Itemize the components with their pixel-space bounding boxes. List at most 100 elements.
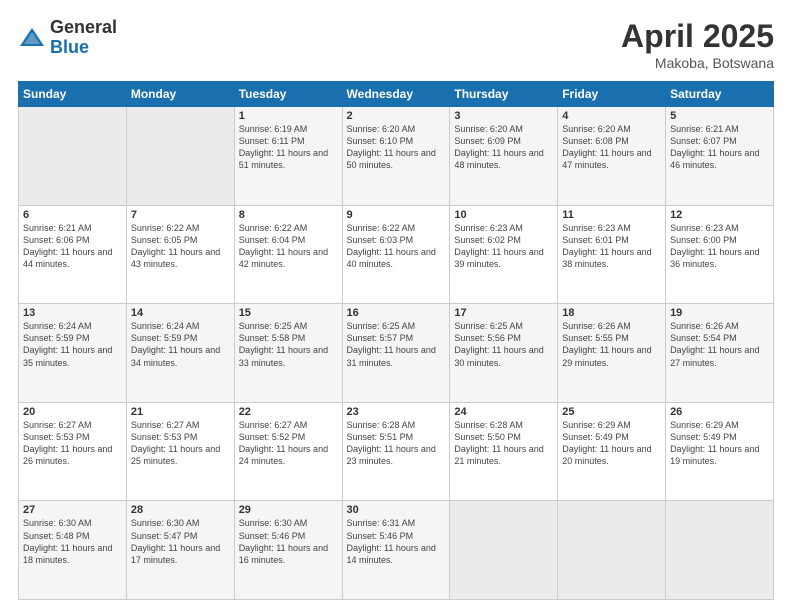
day-number: 18: [562, 307, 661, 319]
table-row: 27 Sunrise: 6:30 AM Sunset: 5:48 PM Dayl…: [19, 501, 127, 600]
col-friday: Friday: [558, 82, 666, 107]
day-info: Sunrise: 6:27 AM Sunset: 5:53 PM Dayligh…: [131, 419, 230, 468]
sunrise-label: Sunrise: 6:19 AM: [239, 124, 308, 134]
sunset-label: Sunset: 5:53 PM: [131, 432, 198, 442]
daylight-label: Daylight: 11 hours and 27 minutes.: [670, 345, 759, 367]
table-row: 13 Sunrise: 6:24 AM Sunset: 5:59 PM Dayl…: [19, 304, 127, 403]
day-info: Sunrise: 6:28 AM Sunset: 5:50 PM Dayligh…: [454, 419, 553, 468]
sunset-label: Sunset: 5:59 PM: [23, 333, 90, 343]
sunset-label: Sunset: 5:54 PM: [670, 333, 737, 343]
sunset-label: Sunset: 5:49 PM: [562, 432, 629, 442]
table-row: [19, 107, 127, 206]
month-title: April 2025: [621, 18, 774, 55]
table-row: 11 Sunrise: 6:23 AM Sunset: 6:01 PM Dayl…: [558, 205, 666, 304]
logo-blue: Blue: [50, 38, 117, 58]
day-info: Sunrise: 6:21 AM Sunset: 6:07 PM Dayligh…: [670, 123, 769, 172]
table-row: 23 Sunrise: 6:28 AM Sunset: 5:51 PM Dayl…: [342, 402, 450, 501]
sunset-label: Sunset: 5:53 PM: [23, 432, 90, 442]
day-number: 12: [670, 209, 769, 221]
sunrise-label: Sunrise: 6:28 AM: [454, 420, 523, 430]
day-info: Sunrise: 6:22 AM Sunset: 6:03 PM Dayligh…: [347, 222, 446, 271]
day-number: 9: [347, 209, 446, 221]
daylight-label: Daylight: 11 hours and 43 minutes.: [131, 247, 220, 269]
table-row: 19 Sunrise: 6:26 AM Sunset: 5:54 PM Dayl…: [666, 304, 774, 403]
sunrise-label: Sunrise: 6:22 AM: [239, 223, 308, 233]
sunset-label: Sunset: 6:11 PM: [239, 136, 305, 146]
table-row: 30 Sunrise: 6:31 AM Sunset: 5:46 PM Dayl…: [342, 501, 450, 600]
day-info: Sunrise: 6:22 AM Sunset: 6:04 PM Dayligh…: [239, 222, 338, 271]
day-number: 24: [454, 406, 553, 418]
day-number: 11: [562, 209, 661, 221]
table-row: 12 Sunrise: 6:23 AM Sunset: 6:00 PM Dayl…: [666, 205, 774, 304]
day-number: 20: [23, 406, 122, 418]
daylight-label: Daylight: 11 hours and 17 minutes.: [131, 543, 220, 565]
daylight-label: Daylight: 11 hours and 42 minutes.: [239, 247, 328, 269]
sunrise-label: Sunrise: 6:25 AM: [454, 321, 523, 331]
calendar-week-row: 1 Sunrise: 6:19 AM Sunset: 6:11 PM Dayli…: [19, 107, 774, 206]
daylight-label: Daylight: 11 hours and 39 minutes.: [454, 247, 543, 269]
day-number: 2: [347, 110, 446, 122]
table-row: 2 Sunrise: 6:20 AM Sunset: 6:10 PM Dayli…: [342, 107, 450, 206]
location: Makoba, Botswana: [621, 55, 774, 71]
table-row: [126, 107, 234, 206]
table-row: 17 Sunrise: 6:25 AM Sunset: 5:56 PM Dayl…: [450, 304, 558, 403]
daylight-label: Daylight: 11 hours and 35 minutes.: [23, 345, 112, 367]
daylight-label: Daylight: 11 hours and 21 minutes.: [454, 444, 543, 466]
sunrise-label: Sunrise: 6:26 AM: [562, 321, 631, 331]
table-row: 4 Sunrise: 6:20 AM Sunset: 6:08 PM Dayli…: [558, 107, 666, 206]
table-row: 26 Sunrise: 6:29 AM Sunset: 5:49 PM Dayl…: [666, 402, 774, 501]
daylight-label: Daylight: 11 hours and 48 minutes.: [454, 148, 543, 170]
day-number: 10: [454, 209, 553, 221]
logo-general: General: [50, 18, 117, 38]
day-info: Sunrise: 6:29 AM Sunset: 5:49 PM Dayligh…: [562, 419, 661, 468]
sunset-label: Sunset: 5:46 PM: [239, 531, 306, 541]
day-info: Sunrise: 6:25 AM Sunset: 5:58 PM Dayligh…: [239, 320, 338, 369]
daylight-label: Daylight: 11 hours and 23 minutes.: [347, 444, 436, 466]
sunrise-label: Sunrise: 6:22 AM: [347, 223, 416, 233]
sunset-label: Sunset: 5:51 PM: [347, 432, 414, 442]
day-info: Sunrise: 6:30 AM Sunset: 5:47 PM Dayligh…: [131, 517, 230, 566]
daylight-label: Daylight: 11 hours and 47 minutes.: [562, 148, 651, 170]
day-info: Sunrise: 6:23 AM Sunset: 6:01 PM Dayligh…: [562, 222, 661, 271]
logo-icon: [18, 24, 46, 52]
sunset-label: Sunset: 6:01 PM: [562, 235, 629, 245]
day-number: 5: [670, 110, 769, 122]
day-number: 29: [239, 504, 338, 516]
day-number: 3: [454, 110, 553, 122]
sunset-label: Sunset: 5:46 PM: [347, 531, 414, 541]
daylight-label: Daylight: 11 hours and 33 minutes.: [239, 345, 328, 367]
table-row: 21 Sunrise: 6:27 AM Sunset: 5:53 PM Dayl…: [126, 402, 234, 501]
day-number: 6: [23, 209, 122, 221]
sunset-label: Sunset: 6:04 PM: [239, 235, 306, 245]
day-info: Sunrise: 6:31 AM Sunset: 5:46 PM Dayligh…: [347, 517, 446, 566]
day-info: Sunrise: 6:26 AM Sunset: 5:55 PM Dayligh…: [562, 320, 661, 369]
calendar-week-row: 20 Sunrise: 6:27 AM Sunset: 5:53 PM Dayl…: [19, 402, 774, 501]
sunrise-label: Sunrise: 6:23 AM: [562, 223, 631, 233]
day-number: 22: [239, 406, 338, 418]
day-number: 26: [670, 406, 769, 418]
day-info: Sunrise: 6:30 AM Sunset: 5:48 PM Dayligh…: [23, 517, 122, 566]
daylight-label: Daylight: 11 hours and 18 minutes.: [23, 543, 112, 565]
daylight-label: Daylight: 11 hours and 44 minutes.: [23, 247, 112, 269]
day-info: Sunrise: 6:29 AM Sunset: 5:49 PM Dayligh…: [670, 419, 769, 468]
sunrise-label: Sunrise: 6:21 AM: [670, 124, 739, 134]
calendar-table: Sunday Monday Tuesday Wednesday Thursday…: [18, 81, 774, 600]
daylight-label: Daylight: 11 hours and 26 minutes.: [23, 444, 112, 466]
table-row: 3 Sunrise: 6:20 AM Sunset: 6:09 PM Dayli…: [450, 107, 558, 206]
day-info: Sunrise: 6:24 AM Sunset: 5:59 PM Dayligh…: [23, 320, 122, 369]
table-row: [558, 501, 666, 600]
table-row: 29 Sunrise: 6:30 AM Sunset: 5:46 PM Dayl…: [234, 501, 342, 600]
table-row: 25 Sunrise: 6:29 AM Sunset: 5:49 PM Dayl…: [558, 402, 666, 501]
sunrise-label: Sunrise: 6:27 AM: [23, 420, 92, 430]
sunset-label: Sunset: 5:57 PM: [347, 333, 414, 343]
sunrise-label: Sunrise: 6:20 AM: [454, 124, 523, 134]
sunrise-label: Sunrise: 6:30 AM: [131, 518, 200, 528]
table-row: 14 Sunrise: 6:24 AM Sunset: 5:59 PM Dayl…: [126, 304, 234, 403]
sunrise-label: Sunrise: 6:23 AM: [670, 223, 739, 233]
sunrise-label: Sunrise: 6:27 AM: [239, 420, 308, 430]
title-block: April 2025 Makoba, Botswana: [621, 18, 774, 71]
day-number: 4: [562, 110, 661, 122]
day-info: Sunrise: 6:27 AM Sunset: 5:53 PM Dayligh…: [23, 419, 122, 468]
sunset-label: Sunset: 5:50 PM: [454, 432, 521, 442]
col-tuesday: Tuesday: [234, 82, 342, 107]
